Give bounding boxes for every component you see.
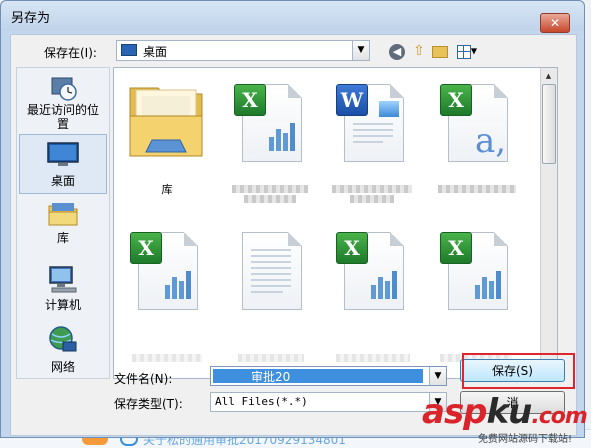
excel-badge-icon: X: [234, 84, 266, 116]
blurred-filename: [350, 195, 394, 203]
places-bar: 最近访问的位 置 桌面 库 计算机 网络: [16, 67, 110, 379]
file-item-excel[interactable]: X: [226, 76, 316, 203]
file-item-word[interactable]: W: [328, 76, 418, 203]
place-label: 桌面: [50, 174, 75, 188]
scroll-thumb[interactable]: [542, 84, 556, 164]
blurred-filename: [232, 185, 308, 193]
place-label: 计算机: [44, 298, 81, 312]
place-label: 库: [56, 231, 69, 245]
word-badge-icon: W: [336, 84, 368, 116]
place-recent[interactable]: 最近访问的位 置: [19, 70, 107, 131]
watermark-tagline: 免费网站源码下载站!: [478, 434, 573, 445]
watermark-logo: aspku.com 免费网站源码下载站!: [420, 392, 591, 448]
excel-badge-icon: X: [440, 232, 472, 264]
dialog-body: 保存在(I): 桌面 ▼ ◀ ⇧ ▼ 最近访问的位 置 桌面 库 计算机 网络 …: [10, 34, 577, 436]
chevron-down-icon[interactable]: ▼: [352, 41, 369, 60]
watermark-brand: aspku.com: [422, 392, 588, 432]
computer-icon: [49, 266, 77, 293]
library-icon: [48, 203, 78, 226]
place-label: 最近访问的位 置: [26, 103, 99, 131]
clock-icon: [51, 77, 77, 101]
new-folder-icon: [432, 46, 448, 58]
file-item-library[interactable]: 库: [122, 76, 212, 201]
save-as-dialog: 另存为 ✕ 保存在(I): 桌面 ▼ ◀ ⇧ ▼ 最近访问的位 置 桌面 库 计…: [0, 0, 585, 438]
place-library[interactable]: 库: [19, 198, 107, 258]
back-button[interactable]: ◀: [388, 42, 406, 60]
grid-view-icon: [456, 44, 471, 59]
save-in-dropdown[interactable]: 桌面 ▼: [116, 40, 370, 61]
up-folder-button[interactable]: ⇧: [410, 42, 428, 60]
file-item-excel-text[interactable]: a, X: [432, 76, 522, 201]
file-name: 库: [161, 183, 173, 196]
blurred-filename: [336, 354, 410, 362]
vertical-scrollbar[interactable]: ▲ ▼: [540, 68, 557, 378]
save-button-highlight: [462, 353, 575, 389]
filetype-value: All Files(*.*): [215, 395, 308, 408]
chevron-down-icon: ▼: [470, 46, 478, 56]
scroll-up-icon[interactable]: ▲: [541, 68, 556, 84]
file-item-text[interactable]: [226, 224, 316, 362]
file-list-pane[interactable]: 库 X W a, X X X X ▲: [113, 67, 558, 379]
blurred-filename: [332, 185, 412, 193]
blurred-filename: [438, 185, 516, 193]
file-item-excel[interactable]: X: [328, 224, 418, 362]
desktop-icon: [121, 44, 137, 56]
place-network[interactable]: 网络: [19, 322, 107, 382]
library-folder-icon: [129, 87, 203, 157]
filetype-label: 保存类型(T):: [114, 397, 183, 411]
filename-value: 审批20: [251, 370, 291, 384]
save-in-value: 桌面: [143, 45, 168, 59]
text-document-icon: [242, 232, 302, 310]
filetype-dropdown[interactable]: All Files(*.*) ▼: [210, 392, 447, 412]
file-item-excel[interactable]: X: [432, 224, 522, 362]
desktop-icon: [47, 142, 79, 166]
file-item-excel[interactable]: X: [122, 224, 212, 362]
network-icon: [49, 326, 77, 352]
blurred-filename: [132, 354, 202, 362]
blurred-filename: [238, 354, 304, 362]
excel-badge-icon: X: [440, 84, 472, 116]
excel-badge-icon: X: [336, 232, 368, 264]
dialog-title: 另存为: [11, 11, 51, 26]
place-desktop[interactable]: 桌面: [19, 134, 107, 194]
new-folder-button[interactable]: [431, 42, 449, 60]
blurred-filename: [244, 195, 296, 203]
back-arrow-icon: ◀: [389, 44, 405, 60]
dialog-titlebar[interactable]: 另存为 ✕: [1, 1, 584, 33]
excel-badge-icon: X: [130, 232, 162, 264]
place-computer[interactable]: 计算机: [19, 262, 107, 322]
save-in-label: 保存在(I):: [44, 46, 97, 60]
chevron-down-icon[interactable]: ▼: [429, 367, 446, 385]
close-button[interactable]: ✕: [540, 13, 570, 33]
filename-label: 文件名(N):: [114, 372, 173, 386]
up-folder-icon: ⇧: [413, 43, 425, 59]
views-menu-button[interactable]: ▼: [453, 42, 481, 60]
place-label: 网络: [50, 360, 75, 374]
filename-input[interactable]: 审批20 ▼: [210, 366, 447, 386]
filename-selection: [213, 369, 423, 383]
